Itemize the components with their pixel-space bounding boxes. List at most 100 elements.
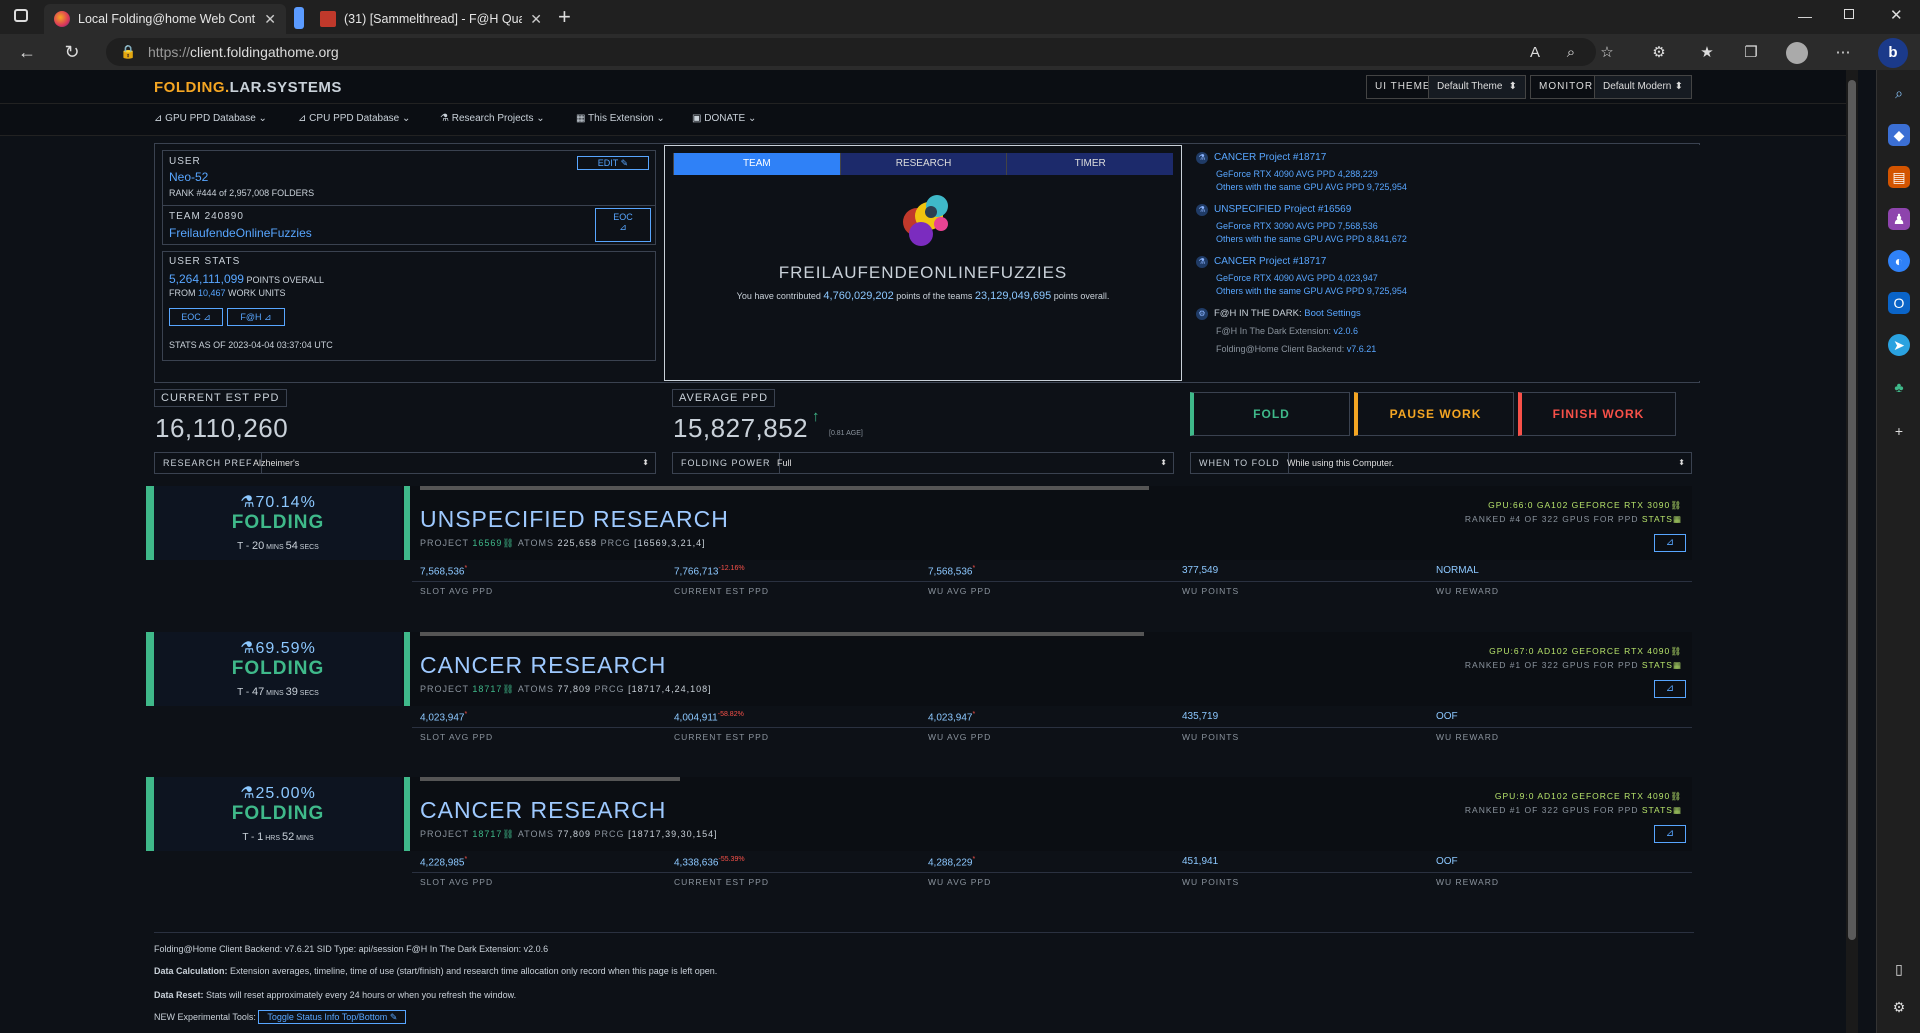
research-pref-select[interactable]: RESEARCH PREF Alzheimer's ⬍ <box>154 452 656 474</box>
asof-value: 2023-04-04 03:37:04 <box>228 340 312 350</box>
team-eoc-button[interactable]: EOC ⊿ <box>595 208 651 242</box>
slot-chart-button[interactable]: ⊿ <box>1654 534 1686 552</box>
rank-total: 2,957,008 <box>229 188 270 198</box>
boot-settings-link[interactable]: Boot Settings <box>1304 308 1361 319</box>
browser-tab[interactable]: (31) [Sammelthread] - F@H Qua ✕ <box>310 4 552 34</box>
value-text: 435,719 <box>1182 711 1219 722</box>
browser-tab-active[interactable]: Local Folding@home Web Contr ✕ <box>44 4 286 34</box>
outlook-icon[interactable]: O <box>1888 292 1910 314</box>
slot-value: NORMAL <box>1436 565 1479 576</box>
minimize-icon[interactable]: — <box>1798 8 1812 24</box>
project-id[interactable]: 16569 <box>472 538 502 548</box>
search-icon[interactable]: ⌕ <box>1888 82 1910 104</box>
bing-icon[interactable]: b <box>1878 38 1908 68</box>
projects-list: ⚗ CANCER Project #18717 GeForce RTX 4090 … <box>1188 145 1700 381</box>
new-tab-icon[interactable]: + <box>558 4 571 30</box>
back-icon[interactable]: ← <box>15 40 39 64</box>
stats-eoc-button[interactable]: EOC ⊿ <box>169 308 223 326</box>
slot-chart-button[interactable]: ⊿ <box>1654 825 1686 843</box>
folding-power-value: Full <box>777 458 792 468</box>
project-id[interactable]: 18717 <box>472 829 502 839</box>
when-to-fold-select[interactable]: WHEN TO FOLD While using this Computer. … <box>1190 452 1692 474</box>
slot-status-bar <box>146 777 154 851</box>
tree-icon[interactable]: ♣ <box>1888 376 1910 398</box>
folding-power-select[interactable]: FOLDING POWER Full ⬍ <box>672 452 1174 474</box>
sidebar-toggle-icon[interactable]: ▯ <box>1888 958 1910 980</box>
profile-avatar[interactable] <box>1786 42 1808 64</box>
project-id[interactable]: 18717 <box>472 684 502 694</box>
page-scrollbar[interactable] <box>1846 70 1858 1033</box>
toggle-status-button[interactable]: Toggle Status Info Top/Bottom ✎ <box>258 1010 407 1024</box>
when-to-fold-label: WHEN TO FOLD <box>1191 453 1289 473</box>
user-name[interactable]: Neo-52 <box>169 170 208 184</box>
edit-button[interactable]: EDIT ✎ <box>577 156 649 170</box>
favorites-icon[interactable]: ★ <box>1696 42 1718 64</box>
backend-label: Folding@Home Client Backend: <box>1216 344 1347 354</box>
slot-chart-button[interactable]: ⊿ <box>1654 680 1686 698</box>
collections-icon[interactable]: ❐ <box>1740 42 1762 64</box>
tab-group-marker[interactable] <box>294 7 304 29</box>
url-field[interactable]: 🔒 https://client.foldingathome.org <box>106 38 1596 66</box>
read-aloud-icon[interactable]: A <box>1524 42 1546 64</box>
slot-value: 4,023,947* <box>420 711 467 723</box>
close-window-icon[interactable]: ✕ <box>1890 6 1903 24</box>
telegram-icon[interactable]: ➤ <box>1888 334 1910 356</box>
tools-icon[interactable]: ▤ <box>1888 166 1910 188</box>
add-favorite-icon[interactable]: ☆ <box>1596 42 1618 64</box>
slot-gpu[interactable]: GPU:67:0 AD102 GEFORCE RTX 4090⛓ <box>1489 646 1682 657</box>
monitor-select[interactable]: Default Modern ⬍ <box>1594 75 1692 99</box>
scroll-thumb[interactable] <box>1848 80 1856 940</box>
folding-power-label: FOLDING POWER <box>673 453 780 473</box>
project-item: ⚗ UNSPECIFIED Project #16569 <box>1196 204 1351 216</box>
close-tab-icon[interactable]: ✕ <box>530 11 542 28</box>
stats-link[interactable]: STATS <box>1642 514 1673 524</box>
eta-prefix: T - <box>237 541 252 552</box>
restore-icon[interactable] <box>1844 9 1854 19</box>
shopping-icon[interactable]: ◆ <box>1888 124 1910 146</box>
copilot-icon[interactable]: ◐ <box>1888 250 1910 272</box>
tab-team[interactable]: TEAM <box>673 153 840 175</box>
team-name[interactable]: FreilaufendeOnlineFuzzies <box>169 226 312 240</box>
stats-link[interactable]: STATS <box>1642 805 1673 815</box>
nav-label: This Extension <box>588 113 654 124</box>
tab-actions-icon[interactable] <box>14 9 28 22</box>
zoom-icon[interactable]: ⌕ <box>1560 42 1582 64</box>
finish-work-button[interactable]: FINISH WORK <box>1518 392 1676 436</box>
nav-gpu-ppd[interactable]: ⊿ GPU PPD Database ⌄ <box>154 113 267 124</box>
tab-research[interactable]: RESEARCH <box>839 153 1007 175</box>
stats-fah-button[interactable]: F@H ⊿ <box>227 308 285 326</box>
slot-gpu[interactable]: GPU:66:0 GA102 GEFORCE RTX 3090⛓ <box>1488 500 1682 511</box>
slot-value: 7,568,536* <box>928 565 975 577</box>
slot-gpu[interactable]: GPU:9:0 AD102 GEFORCE RTX 4090⛓ <box>1495 791 1682 802</box>
value-text: OOF <box>1436 711 1458 722</box>
stats-link[interactable]: STATS <box>1642 660 1673 670</box>
backend-version: Folding@Home Client Backend: v7.6.21 <box>1216 344 1376 354</box>
nav-research-projects[interactable]: ⚗ Research Projects ⌄ <box>440 113 545 124</box>
ui-theme-select[interactable]: Default Theme ⬍ <box>1428 75 1526 99</box>
value-sup: * <box>972 565 976 572</box>
value-text: 4,228,985 <box>420 857 465 869</box>
settings-gear-icon[interactable]: ⚙ <box>1888 996 1910 1018</box>
tab-timer[interactable]: TIMER <box>1006 153 1174 175</box>
project-title[interactable]: CANCER Project #18717 <box>1214 152 1326 163</box>
slot-state: FOLDING <box>231 658 325 679</box>
project-title[interactable]: UNSPECIFIED Project #16569 <box>1214 204 1351 215</box>
close-tab-icon[interactable]: ✕ <box>264 11 276 28</box>
value-text: 4,338,636 <box>674 857 719 869</box>
nav-donate[interactable]: ▣ DONATE ⌄ <box>692 113 756 124</box>
donate-icon: ▣ <box>692 113 705 124</box>
chart-icon: ⊿ <box>619 222 627 232</box>
add-icon[interactable]: + <box>1888 420 1910 442</box>
extensions-icon[interactable]: ⚙ <box>1648 42 1670 64</box>
brand-logo[interactable]: FOLDING.LAR.SYSTEMS <box>154 79 342 96</box>
nav-cpu-ppd[interactable]: ⊿ CPU PPD Database ⌄ <box>298 113 410 124</box>
fold-button[interactable]: FOLD <box>1190 392 1350 436</box>
refresh-icon[interactable]: ↻ <box>60 40 84 64</box>
pause-work-button[interactable]: PAUSE WORK <box>1354 392 1514 436</box>
games-icon[interactable]: ♟ <box>1888 208 1910 230</box>
nav-this-extension[interactable]: ▦ This Extension ⌄ <box>576 113 665 124</box>
gear-icon: ⚙ <box>1196 308 1208 320</box>
more-icon[interactable]: ⋯ <box>1832 42 1854 64</box>
value-text: 4,023,947 <box>420 712 465 724</box>
project-title[interactable]: CANCER Project #18717 <box>1214 256 1326 267</box>
